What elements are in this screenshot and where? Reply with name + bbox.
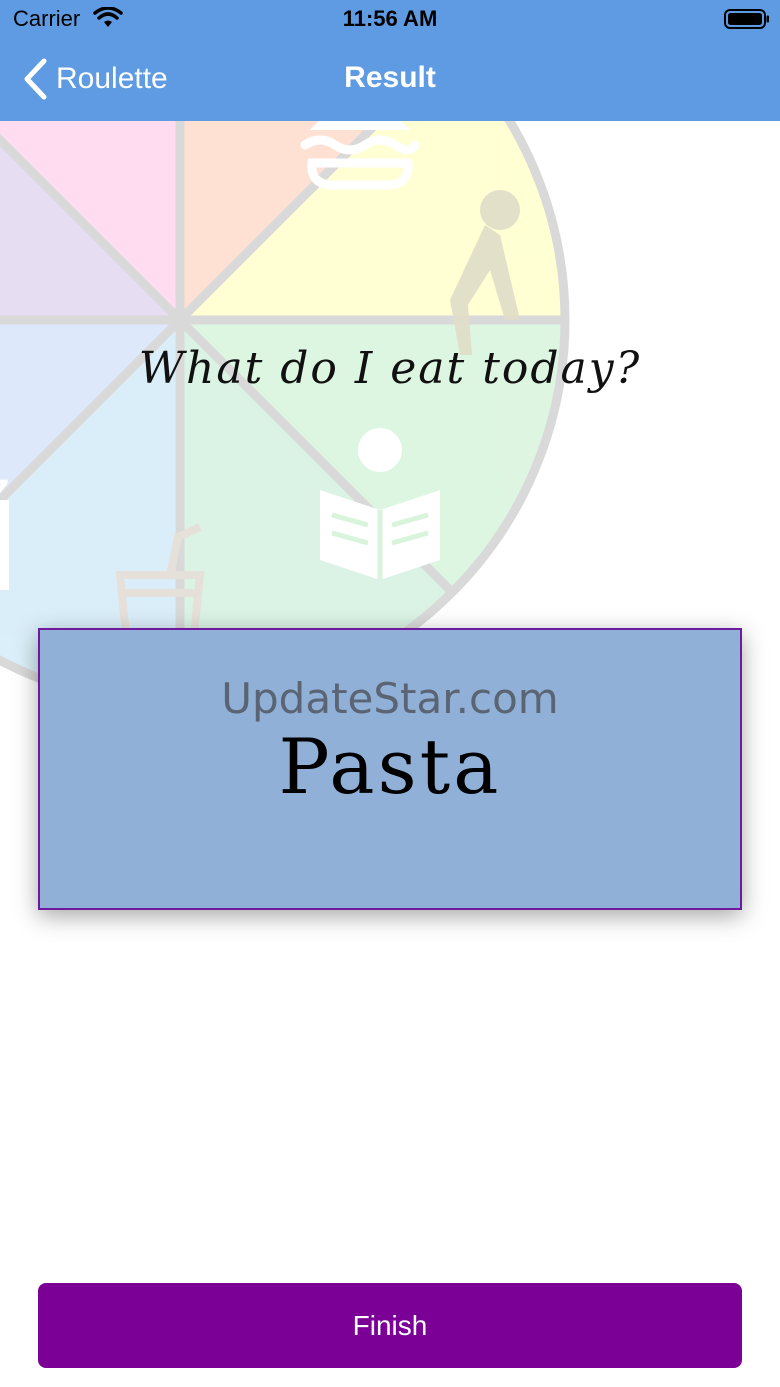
- top-bar: Carrier 11:56 AM Roulette Result: [0, 0, 780, 121]
- status-bar: Carrier 11:56 AM: [0, 0, 780, 40]
- status-time: 11:56 AM: [342, 6, 438, 31]
- svg-text:zZ: zZ: [0, 472, 9, 516]
- result-screen: zZ Carrier 11:56 AM Roulette: [0, 0, 780, 1387]
- question-text: What do I eat today?: [138, 343, 642, 394]
- finish-button[interactable]: Finish: [38, 1283, 742, 1368]
- navigation-bar: Roulette Result: [0, 40, 780, 121]
- result-card: UpdateStar.com Pasta: [38, 628, 742, 910]
- battery-full-icon: [724, 9, 769, 29]
- watermark-text: UpdateStar.com: [221, 674, 559, 723]
- page-title: Result: [344, 61, 436, 94]
- sleep-icon: zZ: [0, 472, 9, 590]
- result-value: Pasta: [278, 722, 502, 811]
